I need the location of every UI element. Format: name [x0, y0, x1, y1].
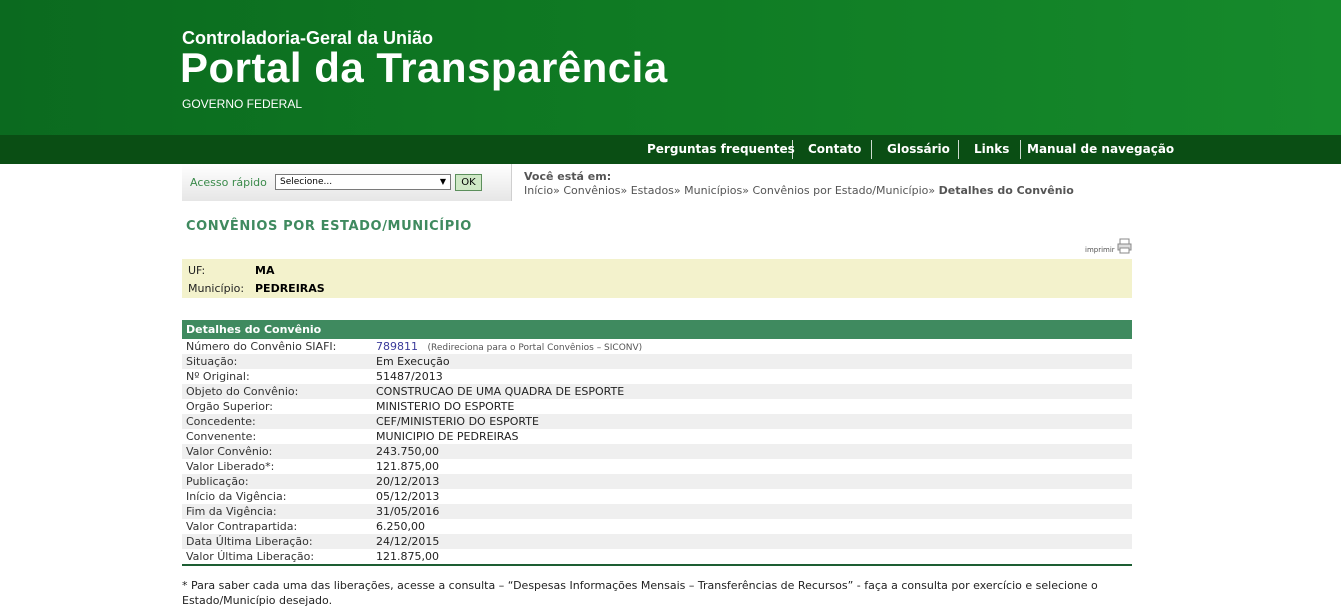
uf-label: UF: — [188, 264, 206, 277]
municipio-label: Município: — [188, 282, 245, 295]
detail-label: Publicação: — [186, 475, 249, 488]
quick-access-label: Acesso rápido — [190, 176, 267, 189]
details-header: Detalhes do Convênio — [182, 320, 1132, 339]
detail-value: MINISTERIO DO ESPORTE — [376, 400, 515, 413]
detail-value: 31/05/2016 — [376, 505, 440, 518]
detail-label: Valor Contrapartida: — [186, 520, 298, 533]
breadcrumb-inicio[interactable]: Início — [524, 184, 553, 197]
nav-glossario[interactable]: Glossário — [887, 135, 950, 164]
detail-value: MUNICIPIO DE PEDREIRAS — [376, 430, 519, 443]
detail-value: 243.750,00 — [376, 445, 439, 458]
nav-separator — [958, 140, 959, 159]
municipio-value: PEDREIRAS — [255, 282, 325, 295]
breadcrumb-separator: » — [742, 184, 749, 197]
print-link[interactable]: imprimir — [1085, 246, 1115, 254]
detail-label: Data Última Liberação: — [186, 535, 313, 548]
detail-row: Início da Vigência: 05/12/2013 — [182, 489, 1132, 504]
detail-value: 121.875,00 — [376, 550, 439, 563]
breadcrumb-convenios-estado-municipio[interactable]: Convênios por Estado/Município — [752, 184, 928, 197]
breadcrumb-separator: » — [673, 184, 681, 197]
detail-label: Valor Convênio: — [186, 445, 273, 458]
detail-row: Nº Original: 51487/2013 — [182, 369, 1132, 384]
nav-manual-navegacao[interactable]: Manual de navegação — [1027, 135, 1174, 164]
detail-label: Objeto do Convênio: — [186, 385, 299, 398]
siafi-number-link[interactable]: 789811 — [376, 340, 418, 353]
detail-value: Em Execução — [376, 355, 450, 368]
detail-row: Data Última Liberação: 24/12/2015 — [182, 534, 1132, 549]
detail-value: CONSTRUCAO DE UMA QUADRA DE ESPORTE — [376, 385, 625, 398]
nav-links[interactable]: Links — [974, 135, 1009, 164]
detail-row: Objeto do Convênio: CONSTRUCAO DE UMA QU… — [182, 384, 1132, 399]
detail-label: Início da Vigência: — [186, 490, 287, 503]
breadcrumb-estados[interactable]: Estados — [631, 184, 674, 197]
detail-row: Orgão Superior: MINISTERIO DO ESPORTE — [182, 399, 1132, 414]
breadcrumb-separator: » — [553, 184, 560, 197]
detail-row: Situação: Em Execução — [182, 354, 1132, 369]
portal-title[interactable]: Portal da Transparência — [180, 44, 668, 92]
footnote: * Para saber cada uma das liberações, ac… — [182, 579, 1098, 607]
detail-row: Convenente: MUNICIPIO DE PEDREIRAS — [182, 429, 1132, 444]
breadcrumb-convenios[interactable]: Convênios — [563, 184, 620, 197]
uf-value: MA — [255, 264, 275, 277]
detail-value: 24/12/2015 — [376, 535, 440, 548]
siafi-note: (Redireciona para o Portal Convênios – S… — [427, 343, 643, 353]
detail-value: 05/12/2013 — [376, 490, 440, 503]
quick-access-selected: Selecione... — [280, 177, 333, 187]
detail-value: CEF/MINISTERIO DO ESPORTE — [376, 415, 539, 428]
breadcrumb-current: Detalhes do Convênio — [938, 184, 1074, 197]
quick-access-select[interactable]: Selecione... ▼ — [275, 174, 451, 190]
breadcrumb-separator: » — [928, 184, 936, 197]
top-navigation: Perguntas frequentes Contato Glossário L… — [0, 135, 1341, 164]
page-title: CONVÊNIOS POR ESTADO/MUNICÍPIO — [186, 219, 472, 234]
detail-label: Orgão Superior: — [186, 400, 273, 413]
detail-row: Valor Liberado*: 121.875,00 — [182, 459, 1132, 474]
gov-label: GOVERNO FEDERAL — [182, 97, 303, 111]
printer-icon[interactable] — [1117, 238, 1132, 254]
nav-contato[interactable]: Contato — [808, 135, 861, 164]
breadcrumb-heading: Você está em: — [524, 170, 612, 183]
breadcrumb: Início» Convênios» Estados» Municípios» … — [524, 184, 1074, 197]
detail-label: Número do Convênio SIAFI: — [186, 340, 337, 353]
detail-row: Publicação: 20/12/2013 — [182, 474, 1132, 489]
detail-row: Valor Convênio: 243.750,00 — [182, 444, 1132, 459]
detail-row: Fim da Vigência: 31/05/2016 — [182, 504, 1132, 519]
detail-value: 20/12/2013 — [376, 475, 440, 488]
detail-label: Situação: — [186, 355, 238, 368]
detail-row: Concedente: CEF/MINISTERIO DO ESPORTE — [182, 414, 1132, 429]
details-table: Detalhes do Convênio Número do Convênio … — [182, 320, 1132, 566]
breadcrumb-separator: » — [620, 184, 628, 197]
detail-label: Concedente: — [186, 415, 256, 428]
detail-label: Nº Original: — [186, 370, 250, 383]
detail-row: Valor Última Liberação: 121.875,00 — [182, 549, 1132, 564]
detail-value: 121.875,00 — [376, 460, 439, 473]
nav-perguntas-frequentes[interactable]: Perguntas frequentes — [647, 135, 795, 164]
detail-label: Convenente: — [186, 430, 257, 443]
location-box: UF: MA Município: PEDREIRAS — [182, 259, 1132, 298]
detail-value: 51487/2013 — [376, 370, 443, 383]
nav-separator — [792, 140, 793, 159]
detail-value: 6.250,00 — [376, 520, 425, 533]
dropdown-arrow-icon: ▼ — [439, 177, 446, 186]
site-header: Controladoria-Geral da União Portal da T… — [0, 0, 1341, 135]
nav-separator — [1020, 140, 1021, 159]
detail-label: Fim da Vigência: — [186, 505, 277, 518]
quick-access-panel: Acesso rápido Selecione... ▼ OK — [182, 164, 512, 201]
detail-row-siafi: Número do Convênio SIAFI: 789811 (Redire… — [182, 339, 1132, 354]
detail-row: Valor Contrapartida: 6.250,00 — [182, 519, 1132, 534]
nav-separator — [871, 140, 872, 159]
quick-access-ok-button[interactable]: OK — [455, 174, 482, 191]
detail-label: Valor Liberado*: — [186, 460, 275, 473]
detail-label: Valor Última Liberação: — [186, 550, 315, 563]
breadcrumb-municipios[interactable]: Municípios — [684, 184, 742, 197]
